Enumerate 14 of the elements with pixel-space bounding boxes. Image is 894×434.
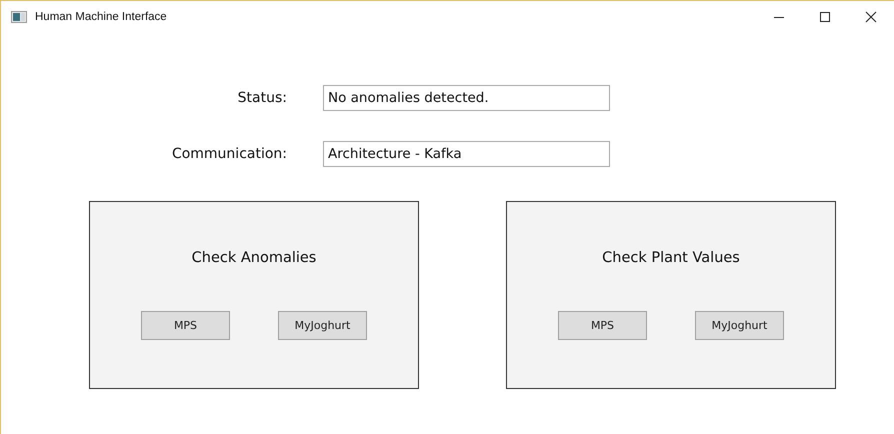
text-field[interactable]: No anomalies detected.: [323, 85, 610, 111]
app-icon: [11, 11, 27, 23]
action-button[interactable]: MPS: [558, 311, 647, 340]
maximize-icon: [819, 11, 831, 23]
panel-title: Check Anomalies: [192, 250, 316, 266]
action-button[interactable]: MPS: [141, 311, 230, 340]
text-field[interactable]: Architecture - Kafka: [323, 141, 610, 167]
action-button[interactable]: MyJoghurt: [278, 311, 367, 340]
panel-title: Check Plant Values: [602, 250, 740, 266]
window-title: Human Machine Interface: [35, 11, 167, 23]
action-button[interactable]: MyJoghurt: [695, 311, 784, 340]
field-label: Status:: [236, 90, 287, 106]
close-icon: [865, 11, 877, 23]
field-label: Communication:: [170, 146, 287, 162]
